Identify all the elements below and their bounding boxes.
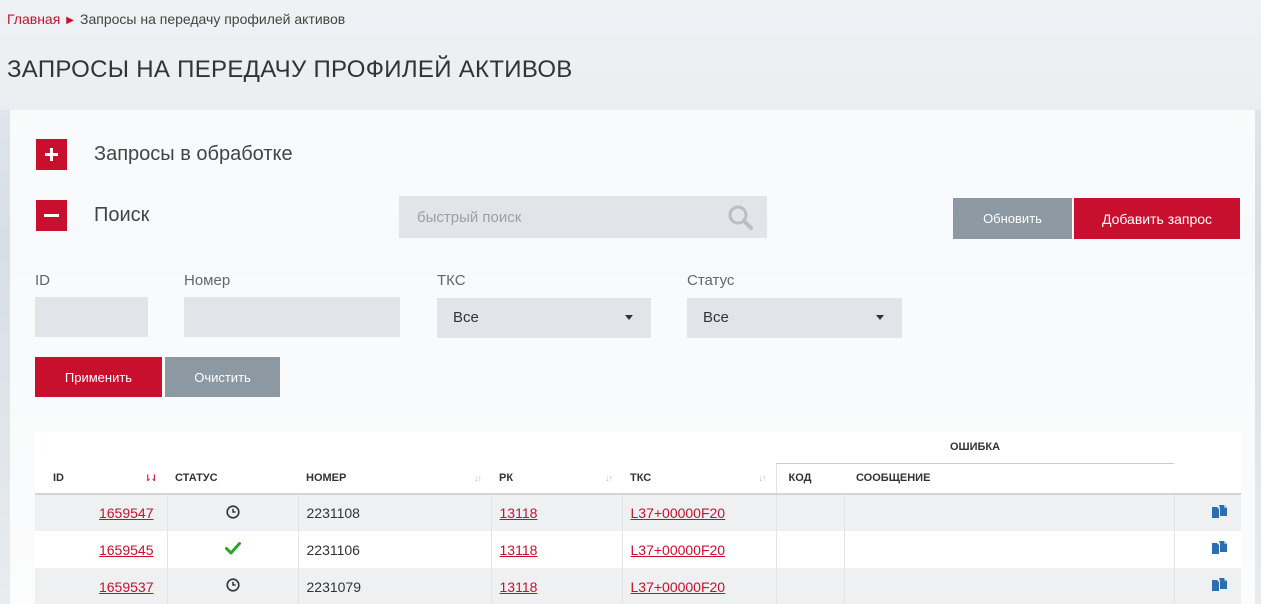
filter-status-value: Все xyxy=(703,309,729,326)
collapse-search-button[interactable] xyxy=(36,200,67,231)
filter-number-input[interactable] xyxy=(184,297,400,337)
checkmark-icon xyxy=(224,541,241,554)
quick-search-input[interactable] xyxy=(399,196,699,238)
copy-icon[interactable] xyxy=(1212,541,1227,555)
column-header-tks[interactable]: ТКС ↓↑ xyxy=(622,463,776,494)
add-request-button[interactable]: Добавить запрос xyxy=(1074,198,1240,239)
plus-icon xyxy=(45,148,58,161)
page-title: ЗАПРОСЫ НА ПЕРЕДАЧУ ПРОФИЛЕЙ АКТИВОВ xyxy=(7,56,573,83)
filter-tks-select[interactable]: Все xyxy=(437,298,651,338)
row-number: 2231106 xyxy=(298,531,492,568)
sort-icon[interactable]: ↓↑ xyxy=(605,473,613,483)
filter-tks-value: Все xyxy=(453,309,479,326)
minus-icon xyxy=(44,214,59,217)
filter-id-label: ID xyxy=(35,272,50,289)
filter-number-label: Номер xyxy=(184,272,231,289)
breadcrumb: Главная ▶ Запросы на передачу профилей акт… xyxy=(7,11,345,27)
row-tks-link[interactable]: L37+00000F20 xyxy=(631,505,726,521)
breadcrumb-home-link[interactable]: Главная xyxy=(7,11,60,27)
filter-tks-label: ТКС xyxy=(437,272,466,289)
row-tks-link[interactable]: L37+00000F20 xyxy=(631,579,726,595)
column-header-code: КОД xyxy=(775,463,844,494)
error-group-header: ОШИБКА xyxy=(776,432,1174,464)
row-id-link[interactable]: 1659547 xyxy=(99,505,154,521)
column-header-message: СООБЩЕНИЕ xyxy=(856,472,931,485)
section-processing-label[interactable]: Запросы в обработке xyxy=(94,143,293,166)
refresh-button[interactable]: Обновить xyxy=(953,198,1072,239)
sort-icon[interactable]: ↓↑ xyxy=(759,473,767,483)
section-search-label[interactable]: Поиск xyxy=(94,204,149,227)
table-row: 1659545 2231106 13118 L37+00000F20 xyxy=(35,531,1241,568)
quick-search xyxy=(399,196,767,238)
row-error-message xyxy=(844,531,1175,568)
table-row: 1659537 2231079 13118 L37+00000F20 xyxy=(35,568,1241,604)
breadcrumb-current: Запросы на передачу профилей активов xyxy=(80,11,346,27)
chevron-down-icon xyxy=(625,315,633,320)
row-error-message xyxy=(844,494,1175,531)
row-rk-link[interactable]: 13118 xyxy=(500,579,538,595)
sort-desc-icon[interactable]: ⇂⇃ xyxy=(144,473,158,484)
column-header-number[interactable]: НОМЕР ↓↑ xyxy=(298,463,491,494)
copy-icon[interactable] xyxy=(1212,504,1227,519)
column-header-rk[interactable]: РК ↓↑ xyxy=(491,463,622,494)
filter-status-select[interactable]: Все xyxy=(687,298,902,338)
search-icon[interactable] xyxy=(727,204,753,230)
chevron-down-icon xyxy=(876,315,884,320)
row-tks-link[interactable]: L37+00000F20 xyxy=(631,542,726,558)
row-error-code xyxy=(776,494,845,531)
sort-icon[interactable]: ↓↑ xyxy=(474,473,482,483)
clear-button[interactable]: Очистить xyxy=(165,357,280,397)
row-error-code xyxy=(776,568,845,604)
clock-icon xyxy=(225,578,240,592)
requests-table: ОШИБКА ID ⇂⇃ СТАТУС НОМЕР ↓↑ РК ↓↑ ТКС ↓↑ КО… xyxy=(35,432,1241,604)
row-number: 2231079 xyxy=(298,568,492,604)
clock-icon xyxy=(225,504,240,519)
row-number: 2231108 xyxy=(298,494,492,531)
apply-button[interactable]: Применить xyxy=(35,357,162,397)
column-header-id[interactable]: ID ⇂⇃ xyxy=(35,463,167,494)
copy-icon[interactable] xyxy=(1212,578,1227,592)
filter-id-input[interactable] xyxy=(35,297,148,337)
filter-status-label: Статус xyxy=(687,272,735,289)
row-rk-link[interactable]: 13118 xyxy=(500,542,538,558)
row-rk-link[interactable]: 13118 xyxy=(500,505,538,521)
row-error-code xyxy=(776,531,845,568)
row-id-link[interactable]: 1659537 xyxy=(99,579,154,595)
breadcrumb-separator-icon: ▶ xyxy=(66,15,74,26)
expand-processing-button[interactable] xyxy=(36,139,67,170)
column-header-status: СТАТУС xyxy=(175,472,218,484)
row-id-link[interactable]: 1659545 xyxy=(99,542,154,558)
table-row: 1659547 2231108 13118 L37+00000F20 xyxy=(35,494,1241,531)
row-error-message xyxy=(844,568,1175,604)
